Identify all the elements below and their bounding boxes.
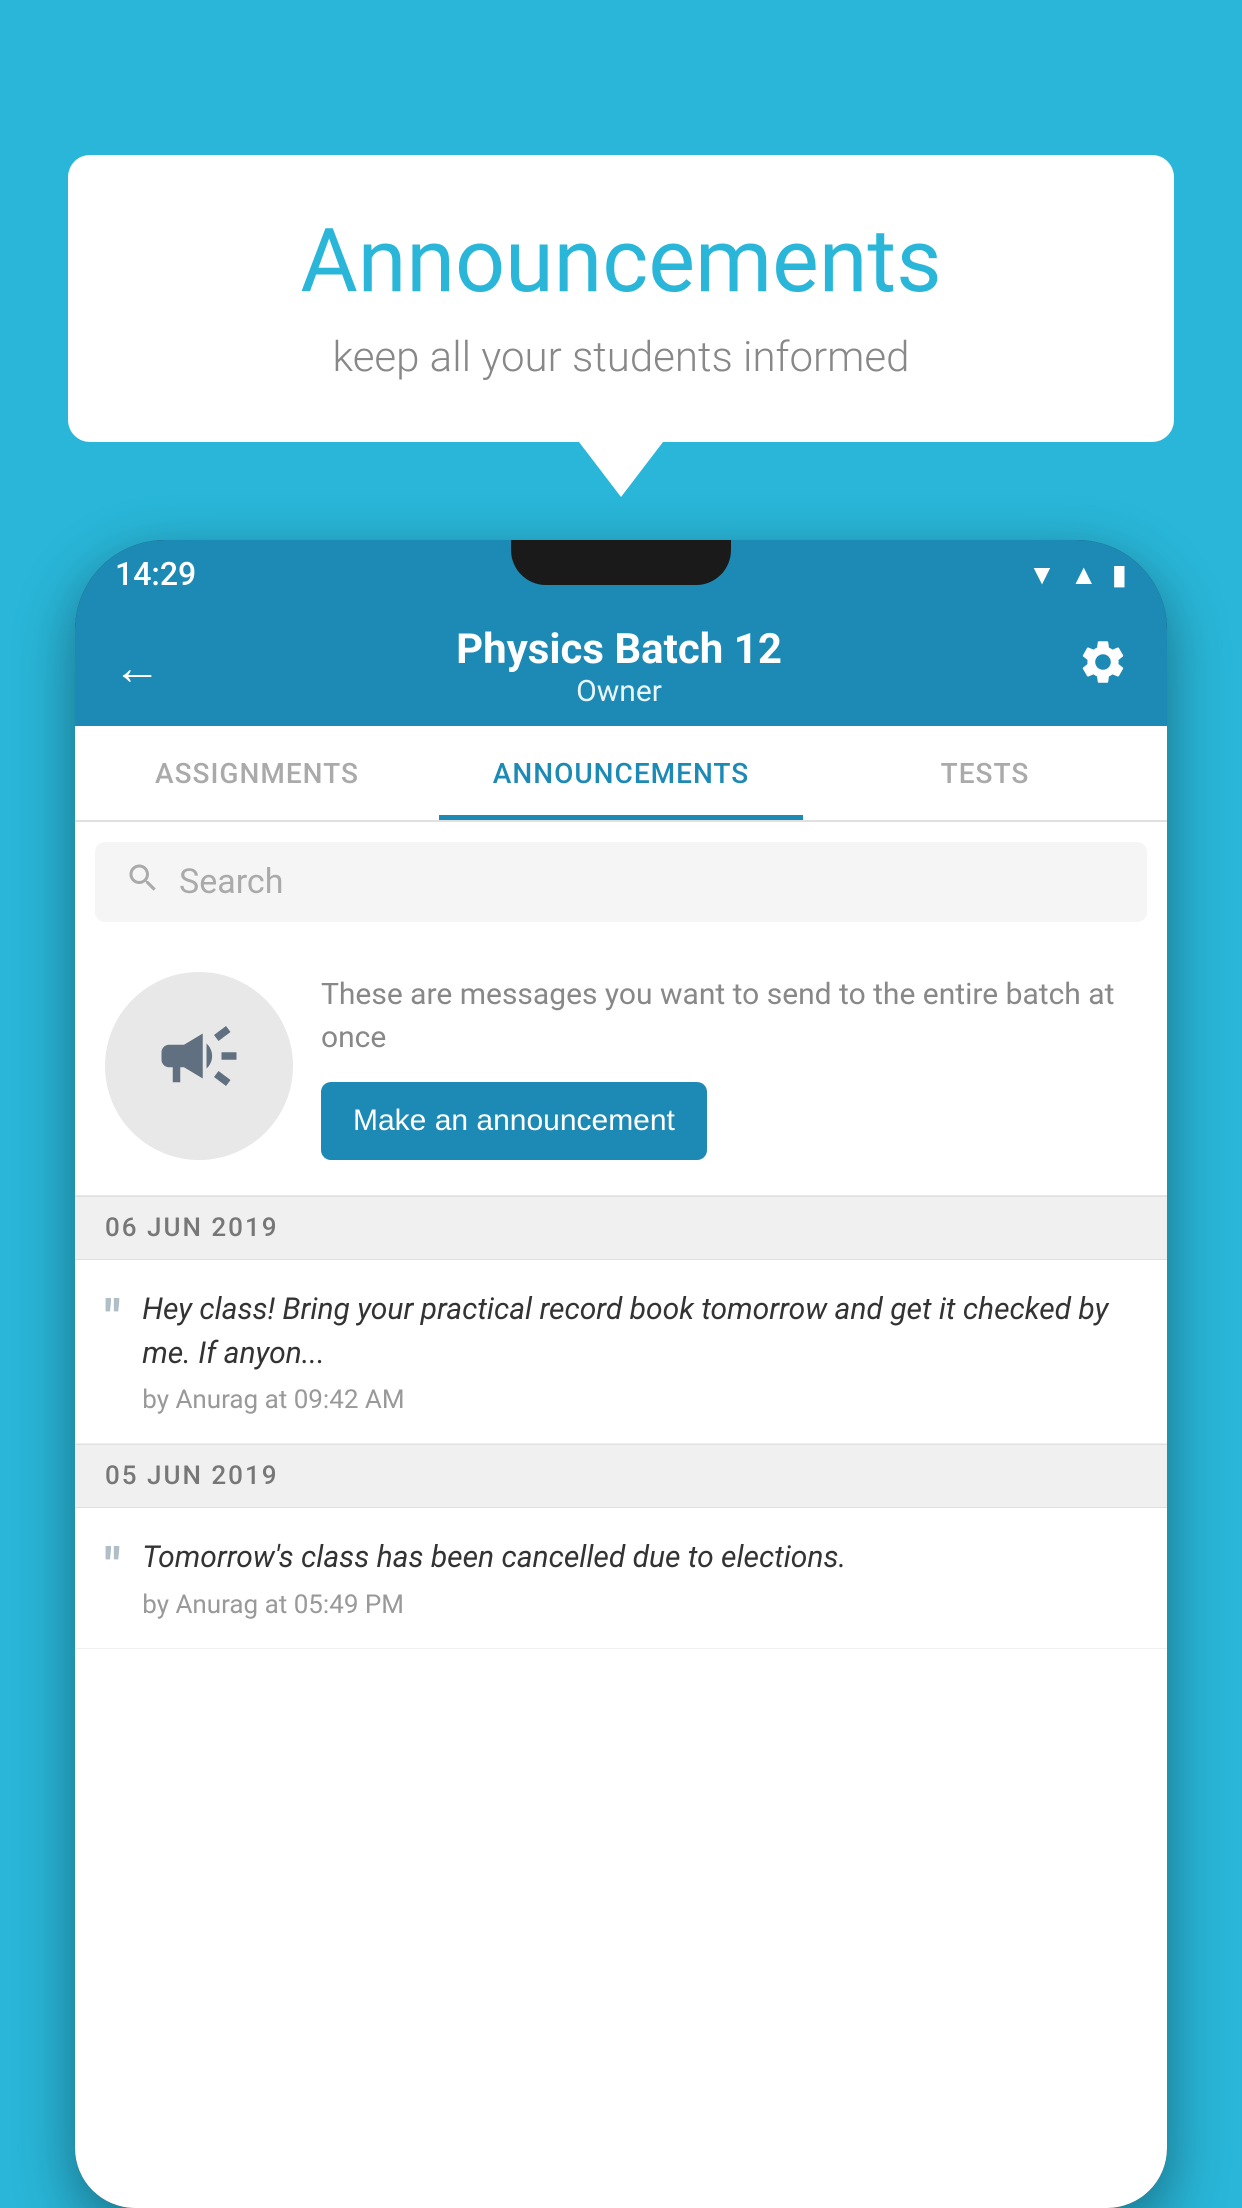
- speech-bubble-section: Announcements keep all your students inf…: [68, 155, 1174, 497]
- announcement-text-group-2: Tomorrow's class has been cancelled due …: [142, 1536, 1137, 1620]
- date-separator-1: 06 JUN 2019: [75, 1196, 1167, 1260]
- settings-button[interactable]: [1077, 636, 1129, 699]
- announcements-subtitle: keep all your students informed: [148, 333, 1094, 382]
- make-announcement-button[interactable]: Make an announcement: [321, 1082, 707, 1160]
- status-bar: 14:29 ▼ ▲ ▮: [75, 540, 1167, 608]
- prompt-right: These are messages you want to send to t…: [321, 973, 1137, 1160]
- announcement-meta-2: by Anurag at 05:49 PM: [142, 1590, 1137, 1620]
- back-button[interactable]: ←: [113, 639, 161, 696]
- wifi-icon: ▼: [1028, 558, 1056, 591]
- announcement-item-2[interactable]: " Tomorrow's class has been cancelled du…: [75, 1508, 1167, 1649]
- search-icon: [125, 860, 161, 905]
- phone-frame: 14:29 ▼ ▲ ▮ ← Physics Batch 12 Owner ASS…: [75, 540, 1167, 2208]
- app-bar-subtitle: Owner: [456, 674, 782, 709]
- screen-content: Search These are messages you want to se…: [75, 822, 1167, 2208]
- announcement-item-1[interactable]: " Hey class! Bring your practical record…: [75, 1260, 1167, 1444]
- battery-icon: ▮: [1112, 558, 1127, 591]
- date-separator-2: 05 JUN 2019: [75, 1444, 1167, 1508]
- announcements-title: Announcements: [148, 210, 1094, 313]
- speech-bubble-arrow: [579, 442, 663, 497]
- status-time: 14:29: [115, 555, 196, 593]
- megaphone-circle: [105, 972, 293, 1160]
- tab-bar: ASSIGNMENTS ANNOUNCEMENTS TESTS: [75, 726, 1167, 822]
- prompt-description: These are messages you want to send to t…: [321, 973, 1137, 1060]
- megaphone-icon: [154, 1011, 244, 1121]
- app-bar-title-group: Physics Batch 12 Owner: [456, 625, 782, 709]
- tab-tests[interactable]: TESTS: [803, 726, 1167, 820]
- search-bar-container: Search: [75, 822, 1167, 942]
- announcement-prompt: These are messages you want to send to t…: [75, 942, 1167, 1196]
- status-icons: ▼ ▲ ▮: [1028, 558, 1127, 591]
- tab-announcements[interactable]: ANNOUNCEMENTS: [439, 726, 803, 820]
- announcement-text-1: Hey class! Bring your practical record b…: [142, 1288, 1137, 1375]
- announcement-text-group-1: Hey class! Bring your practical record b…: [142, 1288, 1137, 1415]
- announcement-meta-1: by Anurag at 09:42 AM: [142, 1385, 1137, 1415]
- signal-icon: ▲: [1070, 558, 1098, 591]
- search-placeholder: Search: [179, 862, 283, 902]
- search-bar[interactable]: Search: [95, 842, 1147, 922]
- quote-icon-2: ": [105, 1536, 120, 1590]
- announcement-text-2: Tomorrow's class has been cancelled due …: [142, 1536, 1137, 1580]
- app-bar: ← Physics Batch 12 Owner: [75, 608, 1167, 726]
- app-bar-title: Physics Batch 12: [456, 625, 782, 674]
- speech-bubble-card: Announcements keep all your students inf…: [68, 155, 1174, 442]
- quote-icon-1: ": [105, 1288, 120, 1342]
- gear-icon: [1077, 636, 1129, 688]
- tab-assignments[interactable]: ASSIGNMENTS: [75, 726, 439, 820]
